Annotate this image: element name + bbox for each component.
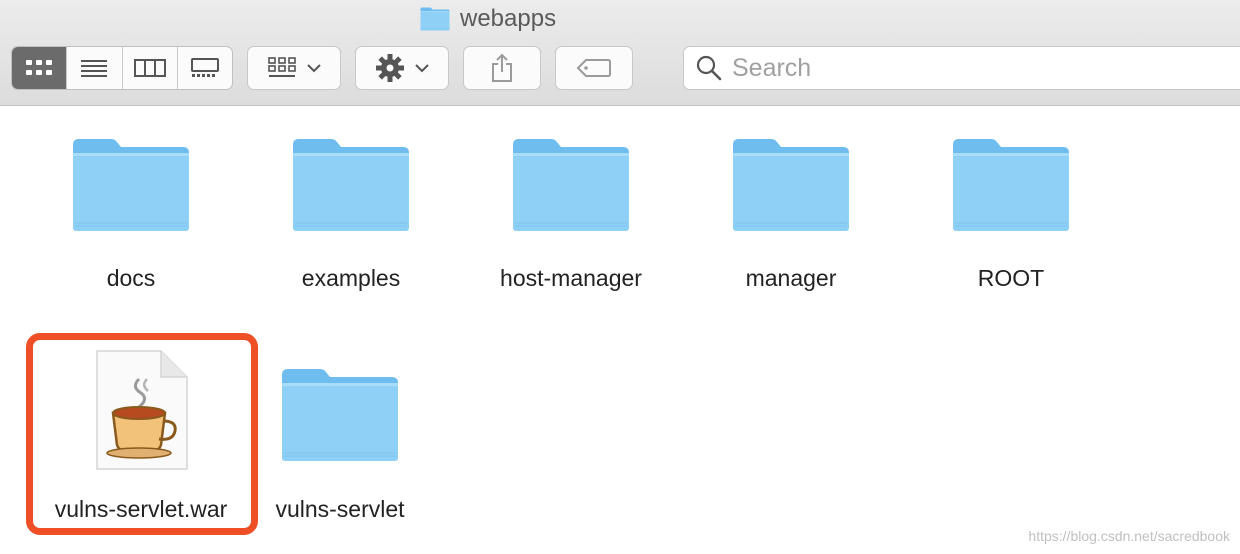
folder-item-root[interactable]: ROOT [901, 137, 1121, 297]
share-icon [492, 53, 512, 82]
file-name-label: docs [106, 265, 156, 291]
grid-arrange-icon [268, 57, 296, 77]
file-name-label: ROOT [977, 265, 1045, 291]
folder-icon [951, 137, 1071, 233]
tag-button[interactable] [555, 46, 633, 90]
icon-view-icon [26, 60, 53, 75]
file-name-label: vulns-servlet.war [54, 496, 228, 522]
folder-item-vulns-servlet[interactable]: vulns-servlet [230, 349, 450, 529]
window-title-label: webapps [460, 5, 557, 32]
folder-item-manager[interactable]: manager [681, 137, 901, 297]
folder-icon [420, 7, 450, 31]
file-item-vulns-servlet-war[interactable]: vulns-servlet.war [31, 349, 251, 529]
search-input[interactable] [732, 53, 1212, 83]
file-name-label: examples [301, 265, 401, 291]
search-field[interactable] [683, 46, 1240, 90]
chevron-down-icon [307, 64, 321, 73]
folder-item-host-manager[interactable]: host-manager [461, 137, 681, 297]
tag-icon [576, 59, 611, 77]
folder-item-docs[interactable]: docs [21, 137, 241, 297]
file-grid: docs examples host-manager manager ROOT … [0, 107, 1240, 554]
file-name-label: manager [745, 265, 837, 291]
file-name-label: host-manager [500, 265, 642, 291]
file-name-label: vulns-servlet [275, 496, 405, 522]
icon-view-button[interactable] [12, 47, 68, 89]
column-view-button[interactable] [123, 47, 178, 89]
folder-icon [280, 367, 400, 463]
folder-item-examples[interactable]: examples [241, 137, 461, 297]
gear-icon [376, 54, 404, 82]
search-icon [696, 55, 722, 81]
folder-icon [291, 137, 411, 233]
list-view-icon [81, 60, 108, 77]
folder-icon [71, 137, 191, 233]
window-title: webapps [420, 4, 556, 34]
gallery-view-icon [190, 58, 219, 77]
java-archive-icon [96, 350, 188, 470]
finder-toolbar: webapps [0, 0, 1240, 106]
column-view-icon [133, 59, 166, 77]
action-menu-button[interactable] [355, 46, 449, 90]
view-mode-segmented-control [11, 46, 233, 90]
folder-icon [511, 137, 631, 233]
folder-icon [731, 137, 851, 233]
gallery-view-button[interactable] [178, 47, 232, 89]
chevron-down-icon [415, 64, 429, 73]
arrange-menu-button[interactable] [247, 46, 341, 90]
share-button[interactable] [463, 46, 541, 90]
watermark-text: https://blog.csdn.net/sacredbook [1028, 528, 1230, 544]
list-view-button[interactable] [67, 47, 123, 89]
